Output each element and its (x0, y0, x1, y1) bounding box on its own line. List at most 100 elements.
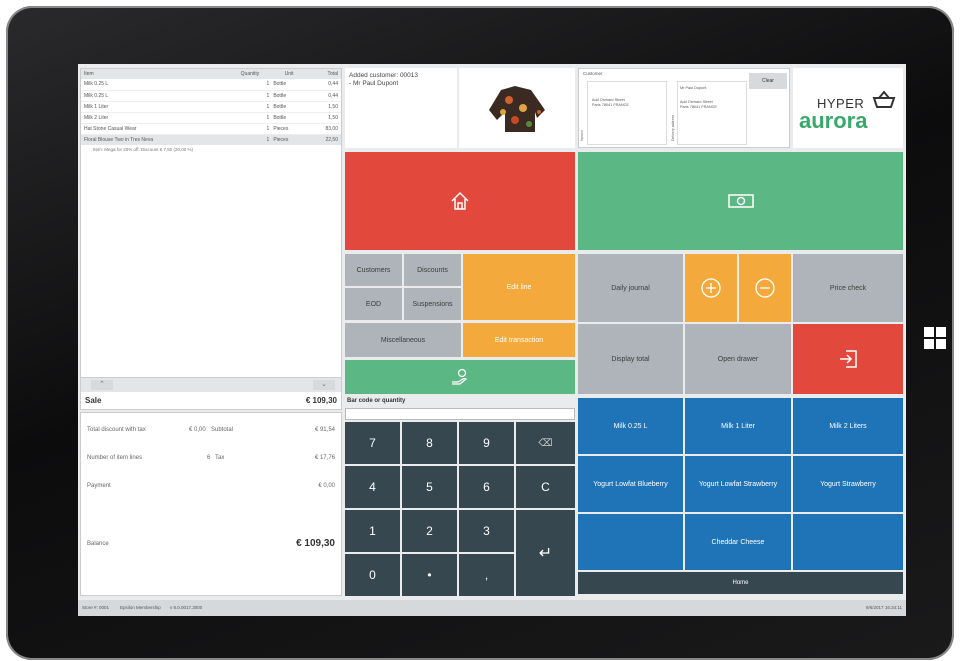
key-1[interactable]: 1 (345, 510, 400, 552)
totals-panel: Total discount with tax € 0,00 Subtotal … (80, 412, 342, 596)
basket-icon (872, 90, 896, 108)
windows-logo-icon[interactable] (924, 327, 946, 349)
tax-label: Tax (215, 455, 225, 461)
product-button[interactable]: Cheddar Cheese (685, 514, 791, 570)
payment-value: € 0,00 (318, 483, 335, 489)
key-3[interactable]: 3 (459, 510, 514, 552)
col-item[interactable]: Item (81, 69, 231, 79)
customer-invoice-tab[interactable]: Invoice (580, 101, 584, 141)
customer-shipping: Add Orchard Street Paris 78041 FRANCE (680, 100, 717, 109)
product-button[interactable] (793, 514, 903, 570)
product-button[interactable]: Yogurt Lowfat Strawberry (685, 456, 791, 512)
col-total[interactable]: Total (309, 69, 341, 79)
item-lines-value: 6 (207, 455, 211, 461)
qty-minus-button[interactable] (739, 254, 791, 322)
customer-title: Customer (583, 71, 603, 76)
table-row[interactable]: Floral Blouse Two in Tres Neva 1 Pieces 22,… (81, 134, 341, 145)
col-unit[interactable]: Unit (269, 69, 308, 79)
qty-plus-button[interactable] (685, 254, 737, 322)
exit-icon (840, 350, 857, 368)
pos-screen: Item Quantity Unit Total Milk 0.25 L 1 Bot… (78, 64, 906, 616)
home-nav-button[interactable]: Home (578, 572, 903, 594)
key-clear[interactable]: C (516, 466, 575, 508)
brand-logo: HYPER aurora (793, 68, 903, 148)
key-2[interactable]: 2 (402, 510, 457, 552)
cash-icon (727, 194, 754, 208)
payment-tile[interactable] (578, 152, 903, 250)
customer-delivery-box: Mr Paul Dupont Add Orchard Street Paris … (677, 81, 747, 145)
key-8[interactable]: 8 (402, 422, 457, 464)
balance-value: € 109,30 (296, 538, 335, 549)
subtotal-label: Subtotal (211, 427, 234, 433)
status-bar: Store #: 0001 Epsilon Membership v 8.0.0… (78, 600, 906, 616)
daily-journal-button[interactable]: Daily journal (578, 254, 683, 322)
price-check-button[interactable]: Price check (793, 254, 903, 322)
customer-clear-button[interactable]: Clear (749, 73, 787, 89)
table-row[interactable]: Milk 0.25 L 1 Bottle 0,44 (81, 79, 341, 90)
product-button[interactable]: Milk 2 Liters (793, 398, 903, 454)
table-row[interactable]: Milk 2 Liter 1 Bottle 1,50 (81, 112, 341, 123)
discounts-button[interactable]: Discounts (404, 254, 461, 286)
table-row[interactable]: Milk 0.25 L 1 Bottle 0,44 (81, 90, 341, 101)
scroll-down-icon[interactable]: ⌄ (313, 380, 335, 390)
hand-money-icon (452, 368, 467, 385)
plus-icon (701, 278, 721, 298)
key-6[interactable]: 6 (459, 466, 514, 508)
customers-button[interactable]: Customers (345, 254, 402, 286)
scroll-up-icon[interactable]: ⌃ (91, 380, 113, 390)
product-button[interactable]: Yogurt Strawberry (793, 456, 903, 512)
sale-label: Sale (85, 396, 102, 405)
key-0[interactable]: 0 (345, 554, 400, 596)
display-total-button[interactable]: Display total (578, 324, 683, 394)
customer-invoice-box: Add Orchard Street Paris 78041 FRANCE (587, 81, 667, 145)
discount-label: Total discount with tax (87, 427, 146, 433)
miscellaneous-button[interactable]: Miscellaneous (345, 323, 461, 357)
key-dot[interactable]: • (402, 554, 457, 596)
sale-total: € 109,30 (305, 396, 337, 405)
barcode-input[interactable] (345, 408, 575, 420)
eod-button[interactable]: EOD (345, 288, 402, 320)
edit-line-button[interactable]: Edit line (463, 254, 575, 320)
item-lines-label: Number of item lines (87, 455, 143, 461)
status-datetime: 9/6/2017 16:34:11 (866, 605, 902, 610)
table-row[interactable]: Milk 1 Liter 1 Bottle 1,50 (81, 101, 341, 112)
home-icon (451, 191, 469, 210)
edit-transaction-button[interactable]: Edit transaction (463, 323, 575, 357)
open-drawer-button[interactable]: Open drawer (685, 324, 791, 394)
discount-value: € 0,00 (189, 427, 206, 433)
product-button[interactable] (578, 514, 683, 570)
discount-note: Item: Mega for 20% off. Discount € 7,50 … (93, 147, 193, 152)
minus-icon (755, 278, 775, 298)
pay-card-tile[interactable] (345, 360, 575, 394)
key-7[interactable]: 7 (345, 422, 400, 464)
notification-panel: Added customer: 00013 - Mr Paul Dupont (345, 68, 457, 148)
enter-icon[interactable]: ↵ (516, 510, 575, 596)
col-qty[interactable]: Quantity (231, 69, 270, 79)
key-4[interactable]: 4 (345, 466, 400, 508)
suspensions-button[interactable]: Suspensions (404, 288, 461, 320)
barcode-label: Bar code or quantity (347, 398, 406, 404)
product-button[interactable]: Milk 0.25 L (578, 398, 683, 454)
key-comma[interactable]: , (459, 554, 514, 596)
customer-delivery-tab[interactable]: Delivery address (671, 91, 675, 141)
logout-tile[interactable] (793, 324, 903, 394)
notification-text: Added customer: 00013 - Mr Paul Dupont (349, 72, 419, 87)
product-button[interactable]: Yogurt Lowfat Blueberry (578, 456, 683, 512)
subtotal-value: € 91,54 (314, 427, 335, 433)
key-5[interactable]: 5 (402, 466, 457, 508)
payment-label: Payment (87, 483, 111, 489)
key-9[interactable]: 9 (459, 422, 514, 464)
status-version: v 8.0.0017.3000 (170, 605, 203, 610)
backspace-icon[interactable]: ⌫ (516, 422, 575, 464)
logo-aurora: aurora (799, 108, 868, 133)
status-register: Epsilon Membership (120, 605, 161, 610)
customer-panel: Customer Clear Invoice Add Orchard Stree… (578, 68, 790, 148)
table-row[interactable]: Hat Stone Casual Wear 1 Pieces 83,00 (81, 123, 341, 134)
lines-table: Item Quantity Unit Total Milk 0.25 L 1 Bot… (81, 69, 341, 145)
blouse-image (489, 86, 545, 132)
product-button[interactable]: Milk 1 Liter (685, 398, 791, 454)
sale-bar: Sale € 109,30 (80, 392, 342, 410)
tax-value: € 17,76 (314, 455, 335, 461)
scroll-bar: ⌃ ⌄ (80, 378, 342, 392)
home-tile[interactable] (345, 152, 575, 250)
